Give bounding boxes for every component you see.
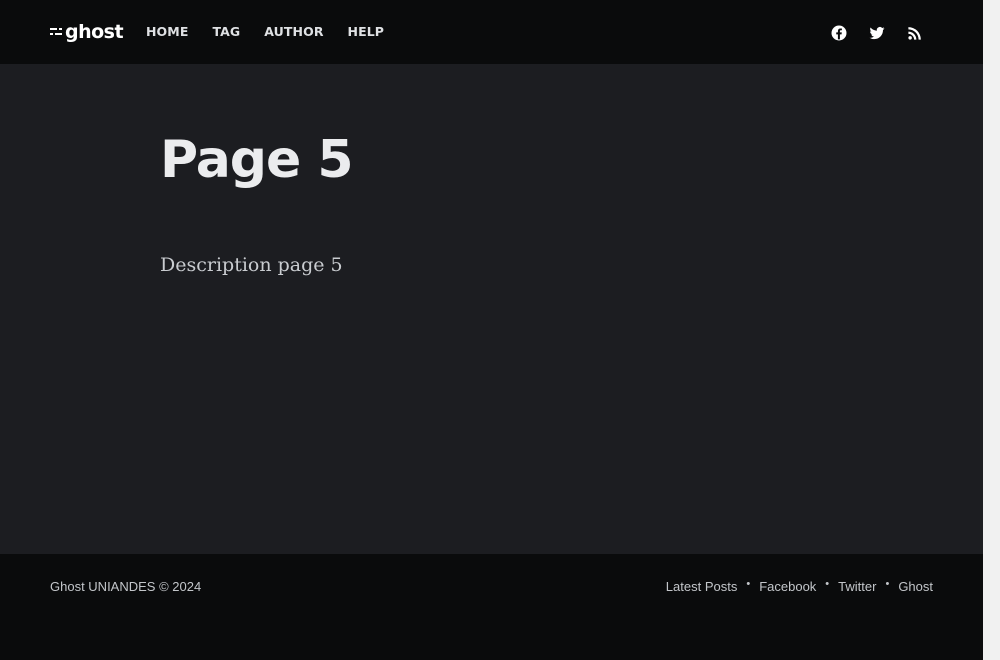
page: ghost HOME TAG AUTHOR HELP Page 5 Descri… <box>0 0 983 660</box>
facebook-icon <box>831 25 847 41</box>
main-nav: HOME TAG AUTHOR HELP <box>146 24 384 40</box>
separator-dot: • <box>885 578 890 590</box>
rss-link[interactable] <box>906 24 924 42</box>
logo-text: ghost <box>65 21 124 43</box>
rss-icon <box>908 27 921 40</box>
site-logo[interactable]: ghost <box>50 20 124 44</box>
footer-link-ghost[interactable]: Ghost <box>898 579 933 595</box>
social-links <box>830 24 924 42</box>
footer-link-twitter[interactable]: Twitter <box>838 579 876 595</box>
site-header: ghost HOME TAG AUTHOR HELP <box>0 0 983 64</box>
main-content: Page 5 Description page 5 <box>0 64 983 554</box>
page-title: Page 5 <box>160 130 354 190</box>
footer-link-latest-posts[interactable]: Latest Posts <box>666 579 738 595</box>
footer-nav: Latest Posts • Facebook • Twitter • Ghos… <box>666 578 933 595</box>
page-description: Description page 5 <box>160 254 343 276</box>
twitter-link[interactable] <box>868 24 886 42</box>
nav-author[interactable]: AUTHOR <box>264 24 323 40</box>
nav-home[interactable]: HOME <box>146 24 188 40</box>
separator-dot: • <box>825 578 830 590</box>
site-footer: Ghost UNIANDES © 2024 Latest Posts • Fac… <box>0 554 983 660</box>
vertical-scrollbar[interactable] <box>983 0 1000 660</box>
nav-tag[interactable]: TAG <box>212 24 240 40</box>
separator-dot: • <box>746 578 751 590</box>
footer-link-facebook[interactable]: Facebook <box>759 579 816 595</box>
twitter-icon <box>869 26 885 40</box>
nav-help[interactable]: HELP <box>348 24 385 40</box>
facebook-link[interactable] <box>830 24 848 42</box>
copyright: Ghost UNIANDES © 2024 <box>50 579 202 594</box>
ghost-logo-icon <box>50 28 62 35</box>
